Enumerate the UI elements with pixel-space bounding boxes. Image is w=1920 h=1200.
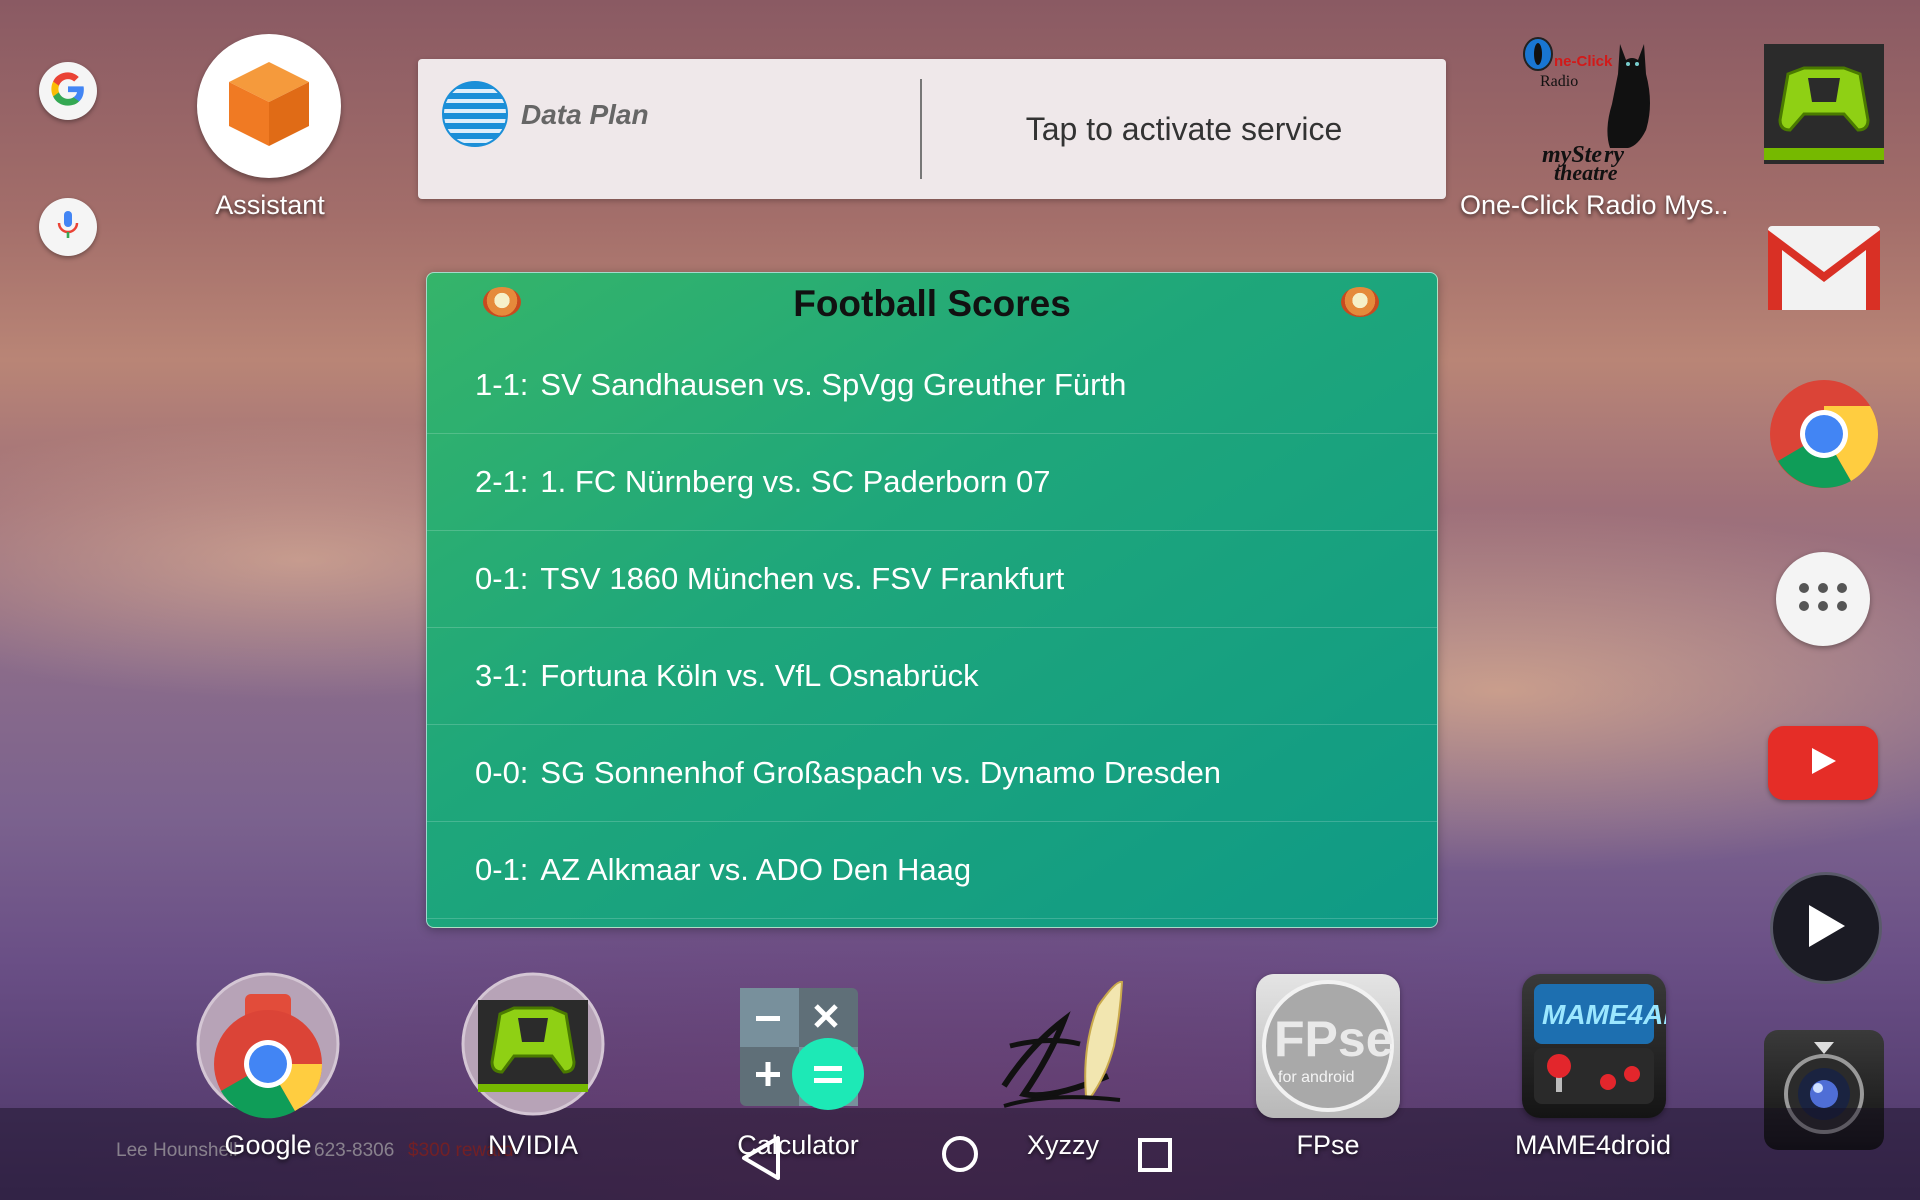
radio-logo-text-2: Radio [1540, 73, 1578, 90]
football-scores-widget[interactable]: Football Scores 1-1: SV Sandhausen vs. S… [426, 272, 1438, 928]
assistant-label: Assistant [215, 190, 325, 220]
youtube-app[interactable] [1768, 726, 1878, 800]
play-movies-icon [1803, 901, 1849, 956]
recents-icon [1130, 1138, 1186, 1190]
calculator-app[interactable] [730, 982, 880, 1132]
radio-logo-text-1: ne-Click [1554, 53, 1613, 70]
google-folder[interactable] [193, 972, 343, 1122]
back-icon [734, 1136, 794, 1190]
back-button[interactable] [734, 1130, 794, 1186]
att-globe-icon [442, 81, 508, 147]
chrome-icon [1764, 380, 1884, 498]
play-movies-app[interactable] [1770, 872, 1882, 984]
microphone-icon [53, 208, 83, 247]
calculator-icon [730, 988, 880, 1126]
svg-text:theatre: theatre [1554, 160, 1618, 182]
score-row[interactable]: 3-1: Fortuna Köln vs. VfL Osnabrück [427, 628, 1437, 725]
mystery-theatre-cat-icon: ne-Click Radio mySte ry theatre [1520, 37, 1660, 186]
mame-logo-text: MAME4ALL [1542, 999, 1666, 1030]
score-value: 0-1: [475, 852, 529, 887]
calculator-label: Calculator [737, 1130, 859, 1160]
mame4droid-app[interactable]: MAME4ALL [1522, 974, 1698, 1118]
assistant-box-icon [219, 54, 319, 159]
voice-search-button[interactable] [39, 198, 97, 256]
match-name: SG Sonnenhof Großaspach vs. Dynamo Dresd… [540, 755, 1222, 790]
match-name: SV Sandhausen vs. SpVgg Greuther Fürth [540, 367, 1127, 402]
score-value: 0-1: [475, 561, 529, 596]
fpse-label: FPse [1296, 1130, 1360, 1160]
google-search-button[interactable] [39, 62, 97, 120]
chrome-app[interactable] [1764, 374, 1884, 494]
xyzzy-quill-icon [990, 980, 1140, 1130]
score-value: 0-0: [475, 755, 529, 790]
football-title: Football Scores [793, 283, 1071, 324]
gmail-app[interactable] [1764, 212, 1884, 332]
home-icon [934, 1136, 990, 1190]
nvidia-games-icon [1764, 44, 1884, 168]
nvidia-games-app[interactable] [1764, 44, 1884, 164]
score-row[interactable]: 2-1: 1. FC Nürnberg vs. SC Paderborn 07 [427, 434, 1437, 531]
fpse-icon: FPse for android [1256, 980, 1400, 1122]
match-name: Fortuna Köln vs. VfL Osnabrück [540, 658, 979, 693]
recents-button[interactable] [1130, 1130, 1186, 1186]
score-row[interactable]: 0-1: AZ Alkmaar vs. ADO Den Haag [427, 822, 1437, 919]
score-row[interactable]: 0-1: TSV 1860 München vs. FSV Frankfurt [427, 531, 1437, 628]
score-row[interactable]: 1-1: SV Sandhausen vs. SpVgg Greuther Fü… [427, 337, 1437, 434]
app-drawer-icon [1796, 580, 1850, 619]
mame4droid-icon: MAME4ALL [1522, 984, 1698, 1122]
assistant-app[interactable] [197, 34, 341, 178]
nvidia-app[interactable] [458, 972, 608, 1122]
nvidia-shield-icon [458, 972, 608, 1126]
youtube-icon [1806, 744, 1840, 783]
fpse-logo-sub: for android [1278, 1069, 1355, 1086]
fpse-logo-text: FPse [1274, 1011, 1394, 1067]
data-plan-widget[interactable]: Data Plan Tap to activate service [418, 59, 1446, 199]
score-row[interactable]: 0-0: SG Sonnenhof Großaspach vs. Dynamo … [427, 725, 1437, 822]
activate-service-button[interactable]: Tap to activate service [922, 59, 1446, 199]
match-name: AZ Alkmaar vs. ADO Den Haag [540, 852, 972, 887]
google-g-icon [49, 70, 87, 113]
score-value: 3-1: [475, 658, 529, 693]
google-folder-icon [193, 972, 343, 1126]
score-value: 2-1: [475, 464, 529, 499]
home-button[interactable] [934, 1130, 990, 1186]
nvidia-label: NVIDIA [487, 1130, 579, 1160]
gmail-icon [1764, 226, 1884, 316]
mame4droid-label: MAME4droid [1514, 1130, 1672, 1160]
score-value: 1-1: [475, 367, 529, 402]
fpse-app[interactable]: FPse for android [1256, 974, 1400, 1118]
match-name: 1. FC Nürnberg vs. SC Paderborn 07 [540, 464, 1051, 499]
match-name: TSV 1860 München vs. FSV Frankfurt [540, 561, 1065, 596]
data-plan-title: Data Plan [521, 99, 649, 130]
one-click-radio-label: One-Click Radio Mys.. [1460, 190, 1729, 220]
one-click-radio-app[interactable]: ne-Click Radio mySte ry theatre [1520, 34, 1660, 185]
app-drawer-button[interactable] [1776, 552, 1870, 646]
xyzzy-app[interactable] [990, 976, 1140, 1126]
google-folder-label: Google [224, 1130, 312, 1160]
